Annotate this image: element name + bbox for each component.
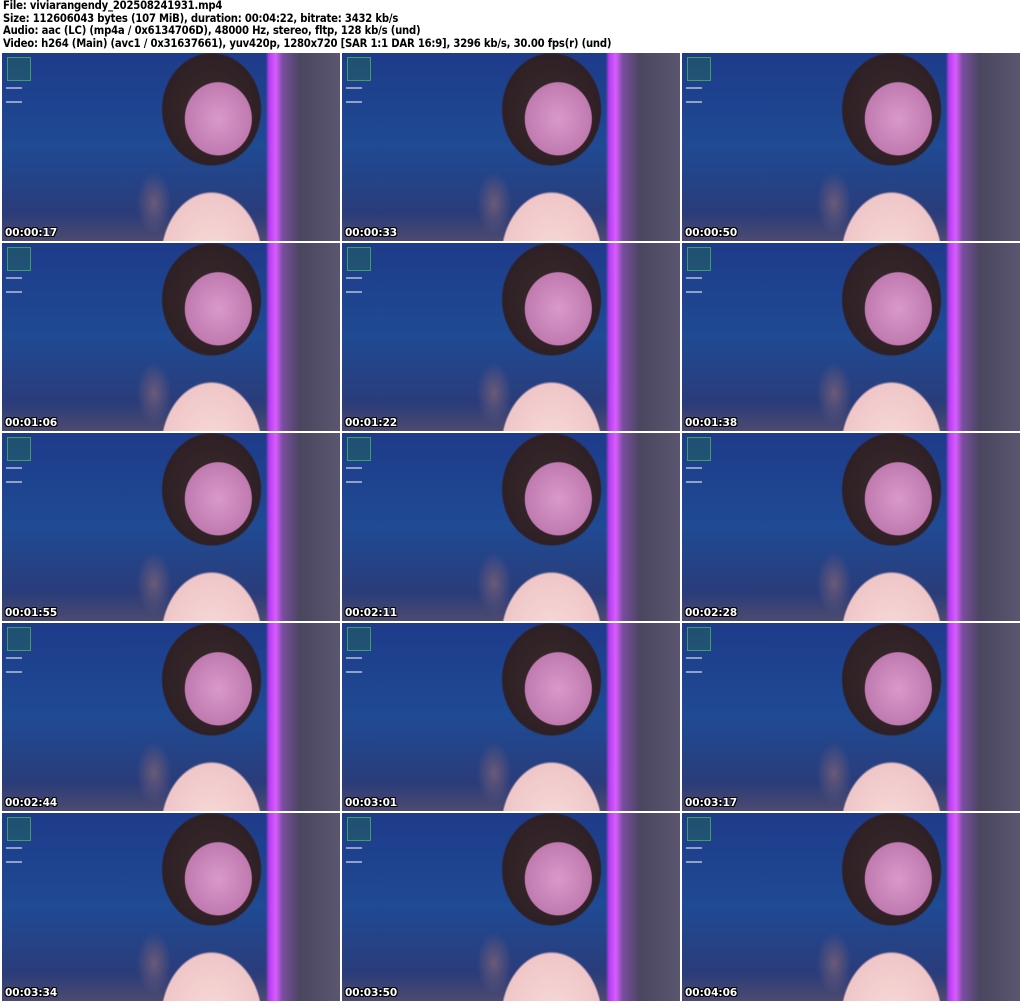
video-thumbnail: 00:00:33 — [342, 53, 680, 241]
video-thumbnail: 00:02:11 — [342, 433, 680, 621]
video-thumbnail: 00:01:38 — [682, 243, 1020, 431]
stream-overlay-icon — [7, 57, 31, 81]
video-thumbnail: 00:01:55 — [2, 433, 340, 621]
stream-overlay-icon — [687, 57, 711, 81]
video-thumbnail: 00:01:06 — [2, 243, 340, 431]
stream-overlay-icon — [687, 627, 711, 651]
stream-overlay-menu — [346, 277, 362, 293]
thumbnail-timestamp: 00:03:34 — [5, 987, 58, 999]
thumbnail-timestamp: 00:01:38 — [685, 417, 738, 429]
stream-overlay-menu — [6, 87, 22, 103]
video-thumbnail: 00:02:44 — [2, 623, 340, 811]
thumbnail-timestamp: 00:03:50 — [345, 987, 398, 999]
video-thumbnail: 00:02:28 — [682, 433, 1020, 621]
thumbnail-timestamp: 00:04:06 — [685, 987, 738, 999]
stream-overlay-icon — [687, 437, 711, 461]
video-info: Video: h264 (Main) (avc1 / 0x31637661), … — [3, 36, 612, 50]
stream-overlay-icon — [7, 627, 31, 651]
stream-overlay-menu — [686, 657, 702, 673]
stream-overlay-menu — [6, 277, 22, 293]
thumbnail-timestamp: 00:01:55 — [5, 607, 58, 619]
stream-overlay-icon — [7, 817, 31, 841]
thumbnail-timestamp: 00:02:28 — [685, 607, 738, 619]
stream-overlay-menu — [686, 87, 702, 103]
stream-overlay-icon — [347, 437, 371, 461]
video-thumbnail: 00:03:01 — [342, 623, 680, 811]
thumbnail-timestamp: 00:01:06 — [5, 417, 58, 429]
video-thumbnail: 00:03:34 — [2, 813, 340, 1001]
stream-overlay-menu — [686, 467, 702, 483]
stream-overlay-menu — [346, 657, 362, 673]
stream-overlay-menu — [686, 277, 702, 293]
stream-overlay-icon — [347, 817, 371, 841]
stream-overlay-icon — [347, 247, 371, 271]
thumbnail-timestamp: 00:02:44 — [5, 797, 58, 809]
stream-overlay-menu — [346, 87, 362, 103]
video-thumbnail: 00:03:50 — [342, 813, 680, 1001]
thumbnail-timestamp: 00:03:01 — [345, 797, 398, 809]
stream-overlay-menu — [6, 467, 22, 483]
thumbnail-timestamp: 00:01:22 — [345, 417, 398, 429]
stream-overlay-menu — [346, 467, 362, 483]
video-thumbnail: 00:01:22 — [342, 243, 680, 431]
stream-overlay-icon — [347, 57, 371, 81]
stream-overlay-menu — [6, 847, 22, 863]
stream-overlay-icon — [7, 247, 31, 271]
thumbnail-timestamp: 00:00:17 — [5, 227, 58, 239]
video-thumbnail: 00:00:50 — [682, 53, 1020, 241]
thumbnail-timestamp: 00:00:33 — [345, 227, 398, 239]
stream-overlay-menu — [686, 847, 702, 863]
thumbnail-timestamp: 00:02:11 — [345, 607, 398, 619]
stream-overlay-icon — [687, 817, 711, 841]
stream-overlay-menu — [6, 657, 22, 673]
video-thumbnail: 00:00:17 — [2, 53, 340, 241]
audio-info: Audio: aac (LC) (mp4a / 0x6134706D), 480… — [3, 24, 421, 37]
stream-overlay-icon — [347, 627, 371, 651]
stream-overlay-icon — [687, 247, 711, 271]
thumbnail-grid: 00:00:17 00:00:33 00:00:50 00:01:06 00:01:22… — [2, 53, 1020, 1001]
video-thumbnail: 00:03:17 — [682, 623, 1020, 811]
stream-overlay-icon — [7, 437, 31, 461]
thumbnail-timestamp: 00:00:50 — [685, 227, 738, 239]
file-name: File: viviarangendy_202508241931.mp4 — [3, 0, 223, 12]
file-info-header: File: viviarangendy_202508241931.mp4 Siz… — [3, 0, 612, 50]
stream-overlay-menu — [346, 847, 362, 863]
thumbnail-timestamp: 00:03:17 — [685, 797, 738, 809]
video-thumbnail: 00:04:06 — [682, 813, 1020, 1001]
